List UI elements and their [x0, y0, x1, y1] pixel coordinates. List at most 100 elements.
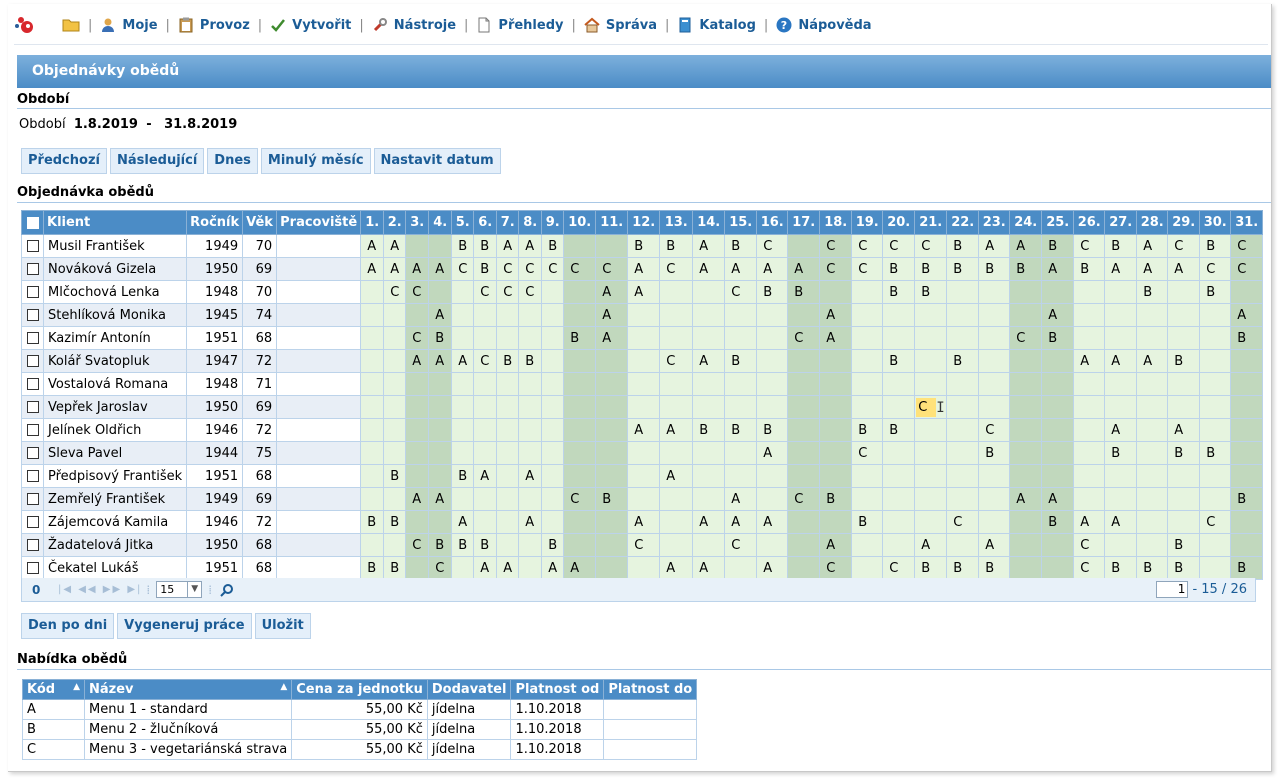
order-cell[interactable] — [627, 441, 661, 465]
order-cell[interactable] — [1009, 303, 1043, 327]
order-cell[interactable] — [787, 234, 821, 258]
order-cell[interactable]: A — [1041, 487, 1075, 511]
order-cell[interactable]: A — [627, 418, 661, 442]
order-cell[interactable]: C — [428, 556, 453, 580]
order-cell[interactable]: B — [496, 349, 520, 373]
order-cell[interactable] — [882, 533, 916, 557]
order-cell[interactable] — [659, 372, 694, 396]
order-cell[interactable]: C — [518, 257, 543, 281]
menu-item-3[interactable]: Nástroje — [372, 17, 456, 34]
order-cell[interactable]: C — [851, 234, 884, 258]
order-cell[interactable]: A — [1167, 257, 1201, 281]
order-cell[interactable]: C — [1230, 234, 1264, 258]
order-cell[interactable]: A — [659, 464, 694, 488]
order-cell[interactable] — [756, 487, 789, 511]
order-cell[interactable]: C — [819, 257, 853, 281]
order-cell[interactable] — [851, 372, 884, 396]
order-cell[interactable] — [914, 418, 948, 442]
order-cell[interactable]: C — [914, 234, 948, 258]
order-cell[interactable] — [563, 303, 597, 327]
order-cell[interactable] — [692, 326, 726, 350]
order-cell[interactable] — [659, 395, 694, 419]
offer-col-header[interactable]: Název ▲ — [83, 679, 293, 700]
order-cell[interactable] — [627, 487, 661, 511]
order-cell[interactable]: B — [428, 326, 453, 350]
order-cell[interactable]: B — [1041, 326, 1075, 350]
order-cell[interactable]: B — [1009, 257, 1043, 281]
order-cell[interactable]: C — [882, 234, 916, 258]
order-cell[interactable]: A — [360, 257, 385, 281]
order-cell[interactable]: A — [724, 257, 758, 281]
order-cell[interactable] — [692, 441, 726, 465]
order-cell[interactable] — [1104, 464, 1138, 488]
order-cell[interactable]: C — [563, 257, 597, 281]
order-cell[interactable]: A — [692, 510, 726, 534]
order-cell[interactable] — [1073, 326, 1106, 350]
order-cell[interactable] — [541, 418, 565, 442]
order-cell[interactable]: A — [627, 257, 661, 281]
order-cell[interactable] — [1041, 349, 1075, 373]
order-cell[interactable] — [851, 349, 884, 373]
order-cell[interactable] — [787, 303, 821, 327]
order-cell[interactable] — [724, 372, 758, 396]
order-cell[interactable] — [1104, 533, 1138, 557]
order-cell[interactable]: C — [659, 257, 694, 281]
open-folder[interactable] — [62, 17, 80, 33]
order-cell[interactable]: A — [1136, 349, 1169, 373]
order-cell[interactable] — [1136, 487, 1169, 511]
order-cell[interactable]: B — [882, 280, 916, 304]
order-cell[interactable]: A — [627, 510, 661, 534]
order-cell[interactable] — [405, 510, 430, 534]
order-cell[interactable]: A — [428, 487, 453, 511]
order-cell[interactable] — [1230, 418, 1264, 442]
order-cell[interactable] — [1199, 464, 1232, 488]
order-cell[interactable] — [595, 533, 629, 557]
action-button-0[interactable]: Den po dni — [21, 613, 115, 639]
order-cell[interactable] — [724, 464, 758, 488]
order-cell[interactable]: B — [724, 234, 758, 258]
order-cell[interactable]: C — [518, 280, 543, 304]
order-cell[interactable] — [659, 487, 694, 511]
order-cell[interactable] — [946, 326, 980, 350]
order-cell[interactable] — [819, 372, 853, 396]
order-cell[interactable] — [1167, 487, 1201, 511]
order-cell[interactable] — [756, 533, 789, 557]
order-cell[interactable] — [428, 510, 453, 534]
row-checkbox[interactable] — [21, 418, 44, 442]
order-cell[interactable] — [882, 510, 916, 534]
order-cell[interactable] — [787, 510, 821, 534]
order-cell[interactable]: B — [1199, 234, 1232, 258]
order-cell[interactable]: C — [473, 349, 498, 373]
row-checkbox[interactable] — [21, 464, 44, 488]
order-cell[interactable] — [1136, 464, 1169, 488]
order-cell[interactable] — [563, 464, 597, 488]
menu-item-1[interactable]: Provoz — [178, 17, 250, 34]
order-cell[interactable]: B — [1199, 280, 1232, 304]
order-cell[interactable] — [1136, 372, 1169, 396]
order-cell[interactable] — [1073, 280, 1106, 304]
order-cell[interactable] — [851, 556, 884, 580]
offer-col-header[interactable]: Cena za jednotku — [291, 679, 428, 700]
order-cell[interactable] — [541, 487, 565, 511]
order-cell[interactable] — [405, 395, 430, 419]
order-cell[interactable] — [756, 326, 789, 350]
order-cell[interactable] — [819, 464, 853, 488]
order-cell[interactable]: A — [756, 441, 789, 465]
row-checkbox[interactable] — [21, 372, 44, 396]
order-cell[interactable] — [851, 533, 884, 557]
offer-col-header[interactable]: Dodavatel — [426, 679, 512, 700]
order-cell[interactable] — [383, 395, 407, 419]
page-input[interactable]: 1 — [1156, 581, 1189, 598]
order-cell[interactable] — [360, 533, 385, 557]
order-cell[interactable]: C — [405, 533, 430, 557]
order-cell[interactable] — [756, 349, 789, 373]
order-cell[interactable] — [518, 303, 543, 327]
order-cell[interactable] — [360, 487, 385, 511]
order-cell[interactable] — [1041, 533, 1075, 557]
menu-item-6[interactable]: Katalog — [677, 17, 756, 34]
order-cell[interactable] — [819, 510, 853, 534]
order-cell[interactable] — [428, 441, 453, 465]
order-cell[interactable]: B — [756, 280, 789, 304]
order-cell[interactable] — [882, 303, 916, 327]
order-cell[interactable]: C — [851, 257, 884, 281]
